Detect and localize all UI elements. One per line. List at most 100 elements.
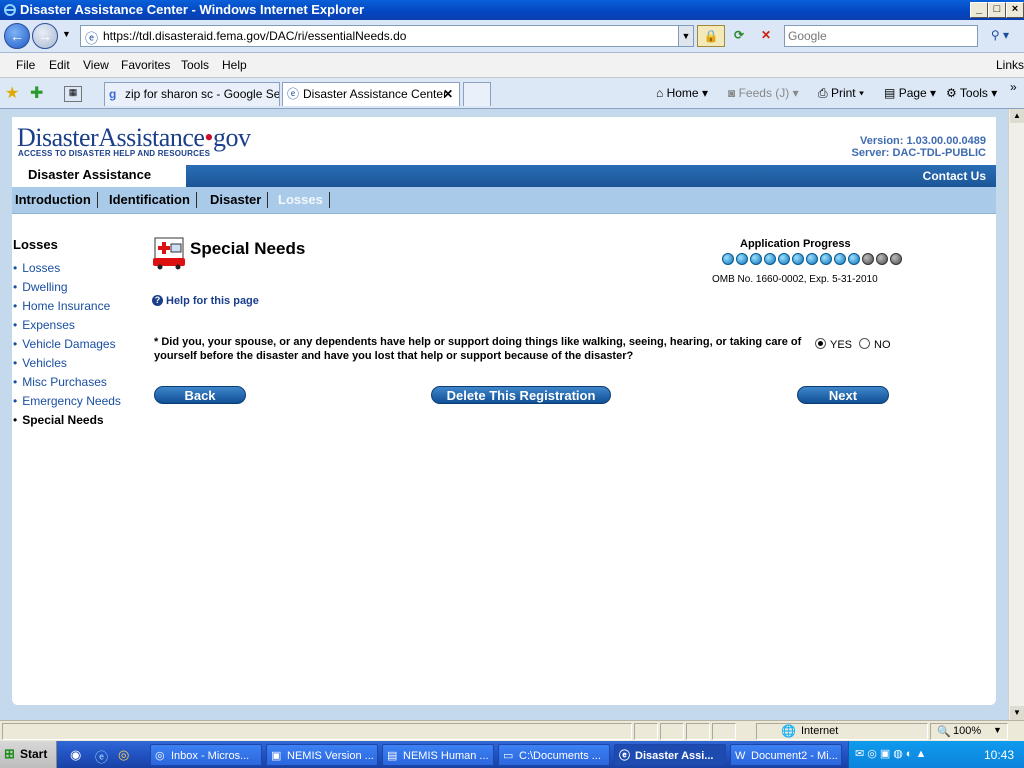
site-logo[interactable]: DisasterAssistance•gov ACCESS TO DISASTE… [12, 117, 256, 165]
leftnav-item-special-needs: • Special Needs [13, 413, 104, 427]
window-title-bar: Disaster Assistance Center - Windows Int… [0, 0, 1024, 20]
task-inbox[interactable]: ◎ Inbox - Micros... [150, 744, 262, 766]
close-tab-icon[interactable]: ✕ [443, 83, 453, 105]
zoom-cell[interactable]: 🔍 100% ▼ [930, 723, 1008, 740]
tab-google[interactable]: g zip for sharon sc - Google Se... [104, 82, 280, 106]
delete-registration-button[interactable]: Delete This Registration [431, 386, 611, 404]
status-cell [712, 723, 736, 740]
quicklaunch-ie-icon[interactable]: ⓔ [95, 747, 108, 766]
special-needs-question: * Did you, your spouse, or any dependent… [154, 336, 802, 362]
add-favorite-icon[interactable]: ✚ [30, 83, 43, 103]
leftnav-item-vehicles[interactable]: • Vehicles [13, 356, 67, 370]
toolbar-overflow-icon[interactable]: » [1010, 80, 1017, 94]
search-icon[interactable]: ⚲ ▾ [982, 25, 1018, 45]
nav-introduction[interactable]: Introduction [15, 192, 98, 208]
menu-file[interactable]: File [16, 58, 35, 72]
gear-icon: ⚙ [946, 86, 957, 100]
task-documents[interactable]: ▭ C:\Documents ... [498, 744, 610, 766]
page-button[interactable]: ▤ Page ▾ [884, 86, 936, 100]
quick-tabs-icon[interactable]: ▦ [64, 86, 82, 102]
ie-logo-icon [4, 4, 16, 16]
scroll-up-icon[interactable]: ▲ [1010, 109, 1024, 123]
minimize-button[interactable]: _ [970, 2, 988, 18]
refresh-icon[interactable]: ⟳ [728, 25, 750, 45]
leftnav-item-losses[interactable]: • Losses [13, 261, 60, 275]
zoom-dropdown-icon: ▼ [993, 725, 1002, 735]
leftnav-item-home-insurance[interactable]: • Home Insurance [13, 299, 110, 313]
favorites-star-icon[interactable]: ★ [5, 83, 19, 103]
back-button[interactable]: Back [154, 386, 246, 404]
scroll-down-icon[interactable]: ▼ [1010, 706, 1024, 720]
links-label[interactable]: Links [996, 58, 1024, 72]
next-button[interactable]: Next [797, 386, 889, 404]
no-radio[interactable] [859, 338, 870, 349]
tools-button[interactable]: ⚙ Tools ▾ [946, 86, 997, 100]
home-button[interactable]: ⌂ Home ▾ [656, 86, 708, 100]
start-button[interactable]: ⊞ Start [0, 741, 57, 768]
nav-identification[interactable]: Identification [109, 192, 197, 208]
lock-icon[interactable]: 🔒 [697, 25, 725, 47]
leftnav-item-dwelling[interactable]: • Dwelling [13, 280, 68, 294]
leftnav-item-vehicle-damages[interactable]: • Vehicle Damages [13, 337, 116, 351]
feeds-icon: ◙ [728, 86, 736, 100]
maximize-button[interactable]: □ [988, 2, 1006, 18]
start-label: Start [20, 747, 48, 761]
zone-cell[interactable]: 🌐 Internet [756, 723, 928, 740]
quicklaunch-outlook-icon[interactable]: ◎ [118, 747, 129, 763]
search-input[interactable]: Google [784, 25, 978, 47]
progress-step [820, 253, 832, 265]
task-nemis-version[interactable]: ▣ NEMIS Version ... [266, 744, 378, 766]
help-icon[interactable]: ? [152, 295, 163, 306]
status-cell [686, 723, 710, 740]
contact-us-link[interactable]: Contact Us [923, 169, 986, 183]
history-dropdown-icon[interactable]: ▼ [62, 29, 71, 39]
feeds-button[interactable]: ◙ Feeds (J) ▾ [728, 86, 799, 100]
leftnav-item-expenses[interactable]: • Expenses [13, 318, 75, 332]
help-link[interactable]: Help for this page [166, 295, 259, 307]
search-placeholder: Google [788, 29, 827, 43]
close-window-button[interactable]: × [1006, 2, 1024, 18]
back-nav-button[interactable]: ← [4, 23, 30, 49]
progress-step [736, 253, 748, 265]
vertical-scrollbar[interactable]: ▲ ▼ [1008, 109, 1024, 720]
task-nemis-human[interactable]: ▤ NEMIS Human ... [382, 744, 494, 766]
progress-step [750, 253, 762, 265]
print-button[interactable]: ⎙ Print ▾ [818, 86, 864, 101]
forward-nav-button[interactable]: → [32, 23, 58, 49]
word-icon: W [735, 750, 746, 762]
task-document2[interactable]: W Document2 - Mi... [730, 744, 842, 766]
nemis-hs-icon: ▤ [387, 750, 398, 762]
progress-step [722, 253, 734, 265]
version-info: Version: 1.03.00.00.0489 Server: DAC-TDL… [852, 135, 986, 159]
menu-favorites[interactable]: Favorites [121, 58, 170, 72]
yes-radio[interactable] [815, 338, 826, 349]
progress-step [848, 253, 860, 265]
new-tab-button[interactable] [463, 82, 491, 106]
tab-disaster-assistance[interactable]: ⓔ Disaster Assistance Center ✕ [282, 82, 460, 106]
address-dropdown-icon[interactable]: ▼ [678, 26, 693, 46]
tray-icons[interactable]: ✉◎▣◍◐▲ [855, 747, 929, 760]
address-input[interactable]: ⓔ https://tdl.disasteraid.fema.gov/DAC/r… [80, 25, 694, 47]
menu-tools[interactable]: Tools [181, 58, 209, 72]
globe-icon: 🌐 [781, 724, 796, 738]
menu-help[interactable]: Help [222, 58, 247, 72]
nav-disaster[interactable]: Disaster [210, 192, 269, 208]
leftnav-item-emergency-needs[interactable]: • Emergency Needs [13, 394, 121, 408]
task-disaster-assistance[interactable]: ⓔ Disaster Assi... [614, 744, 726, 766]
address-text: https://tdl.disasteraid.fema.gov/DAC/ri/… [103, 29, 407, 43]
progress-step [876, 253, 888, 265]
nav-losses[interactable]: Losses [278, 192, 330, 208]
stop-icon[interactable]: ✕ [755, 25, 777, 45]
progress-step [764, 253, 776, 265]
status-cell [660, 723, 684, 740]
status-cell [634, 723, 658, 740]
quicklaunch-icon[interactable]: ◉ [70, 747, 81, 763]
window-title: Disaster Assistance Center - Windows Int… [20, 2, 364, 17]
application-progress-bar [722, 253, 904, 267]
leftnav-item-misc-purchases[interactable]: • Misc Purchases [13, 375, 107, 389]
menu-edit[interactable]: Edit [49, 58, 70, 72]
menu-view[interactable]: View [83, 58, 109, 72]
menu-bar: File Edit View Favorites Tools Help Link… [0, 53, 1024, 78]
zone-text: Internet [801, 725, 839, 737]
printer-icon: ⎙ [818, 86, 828, 100]
